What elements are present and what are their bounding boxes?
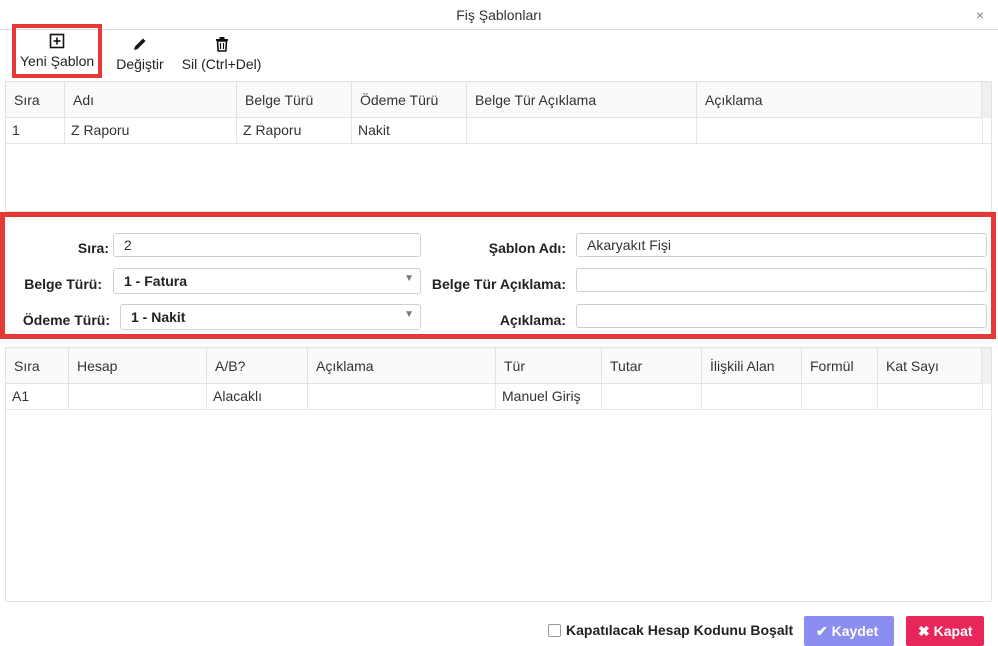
new-template-button[interactable]: Yeni Şablon	[12, 24, 103, 78]
belge-turu-label: Belge Türü:	[24, 276, 102, 292]
sablon-adi-field[interactable]: Akaryakıt Fişi	[576, 233, 987, 257]
delete-button[interactable]: Sil (Ctrl+Del)	[174, 30, 270, 78]
table-row[interactable]: A1 Alacaklı Manuel Giriş	[6, 384, 991, 410]
column-header[interactable]: Tutar	[602, 348, 702, 383]
dialog-footer: Kapatılacak Hesap Kodunu Boşalt ✔ Kaydet…	[0, 610, 998, 646]
column-header[interactable]: Formül	[802, 348, 878, 383]
aciklama-label: Açıklama:	[499, 312, 566, 328]
column-header[interactable]: Açıklama	[697, 82, 983, 117]
column-header[interactable]: Sıra	[6, 348, 69, 383]
belge-tur-aciklama-label: Belge Tür Açıklama:	[431, 276, 566, 292]
dropdown-caret-icon: ▼	[404, 309, 414, 320]
table-cell: 1	[6, 118, 65, 143]
table-cell	[308, 384, 496, 409]
new-template-label: Yeni Şablon	[20, 53, 95, 69]
column-header[interactable]: Açıklama	[308, 348, 496, 383]
template-form: Sıra: 2 Belge Türü: 1 - Fatura ▼ Ödeme T…	[0, 212, 996, 339]
save-label: Kaydet	[831, 623, 879, 639]
odeme-turu-value: 1 - Nakit	[131, 309, 186, 325]
templates-grid-header: Sıra Adı Belge Türü Ödeme Türü Belge Tür…	[6, 82, 991, 118]
table-cell: A1	[6, 384, 69, 409]
column-header[interactable]: Kat Sayı	[878, 348, 983, 383]
toolbar: Yeni Şablon Değiştir Sil (Ctrl+Del)	[12, 24, 270, 80]
column-header[interactable]: Adı	[65, 82, 237, 117]
save-button[interactable]: ✔ Kaydet	[804, 616, 894, 646]
edit-button[interactable]: Değiştir	[108, 30, 171, 78]
sira-field[interactable]: 2	[113, 233, 421, 257]
odeme-turu-label: Ödeme Türü:	[22, 312, 110, 328]
window-titlebar: Fiş Şablonları ×	[0, 0, 998, 30]
window-title: Fiş Şablonları	[456, 7, 542, 23]
check-icon: ✔	[816, 623, 828, 639]
table-cell	[602, 384, 702, 409]
table-cell	[702, 384, 802, 409]
header-scroll-gutter	[981, 82, 991, 118]
column-header[interactable]: Sıra	[6, 82, 65, 117]
sablon-adi-label: Şablon Adı:	[488, 240, 566, 256]
aciklama-field[interactable]	[576, 304, 987, 328]
clear-account-code-checkbox[interactable]	[548, 624, 561, 637]
column-header[interactable]: Hesap	[69, 348, 207, 383]
plus-square-icon	[49, 33, 65, 49]
trash-icon	[215, 37, 228, 52]
close-button[interactable]: ✖ Kapat	[906, 616, 984, 646]
belge-turu-select[interactable]: 1 - Fatura ▼	[113, 268, 421, 294]
table-cell	[697, 118, 983, 143]
table-cell	[467, 118, 697, 143]
lines-grid: Sıra Hesap A/B? Açıklama Tür Tutar İlişk…	[5, 347, 992, 602]
clear-account-code-label[interactable]: Kapatılacak Hesap Kodunu Boşalt	[566, 622, 793, 638]
delete-label: Sil (Ctrl+Del)	[181, 56, 262, 72]
table-cell: Z Raporu	[65, 118, 237, 143]
close-label: Kapat	[933, 623, 973, 639]
table-cell: Nakit	[352, 118, 467, 143]
table-row[interactable]: 1 Z Raporu Z Raporu Nakit	[6, 118, 991, 144]
column-header[interactable]: Ödeme Türü	[352, 82, 467, 117]
column-header[interactable]: Belge Türü	[237, 82, 352, 117]
templates-grid: Sıra Adı Belge Türü Ödeme Türü Belge Tür…	[5, 81, 992, 212]
table-cell	[802, 384, 878, 409]
column-header[interactable]: A/B?	[207, 348, 308, 383]
table-cell: Z Raporu	[237, 118, 352, 143]
table-cell	[69, 384, 207, 409]
header-scroll-gutter	[981, 348, 991, 384]
belge-turu-value: 1 - Fatura	[124, 273, 188, 289]
table-cell: Manuel Giriş	[496, 384, 602, 409]
lines-grid-header: Sıra Hesap A/B? Açıklama Tür Tutar İlişk…	[6, 348, 991, 384]
table-cell	[878, 384, 983, 409]
column-header[interactable]: Tür	[496, 348, 602, 383]
edit-label: Değiştir	[116, 56, 164, 72]
column-header[interactable]: İlişkili Alan	[702, 348, 802, 383]
belge-tur-aciklama-field[interactable]	[576, 268, 987, 292]
x-icon: ✖	[918, 623, 930, 639]
sira-label: Sıra:	[77, 240, 109, 256]
table-cell: Alacaklı	[207, 384, 308, 409]
odeme-turu-select[interactable]: 1 - Nakit ▼	[120, 304, 421, 330]
dropdown-caret-icon: ▼	[404, 273, 414, 284]
pencil-icon	[133, 38, 146, 50]
column-header[interactable]: Belge Tür Açıklama	[467, 82, 697, 117]
close-icon[interactable]: ×	[976, 7, 984, 23]
